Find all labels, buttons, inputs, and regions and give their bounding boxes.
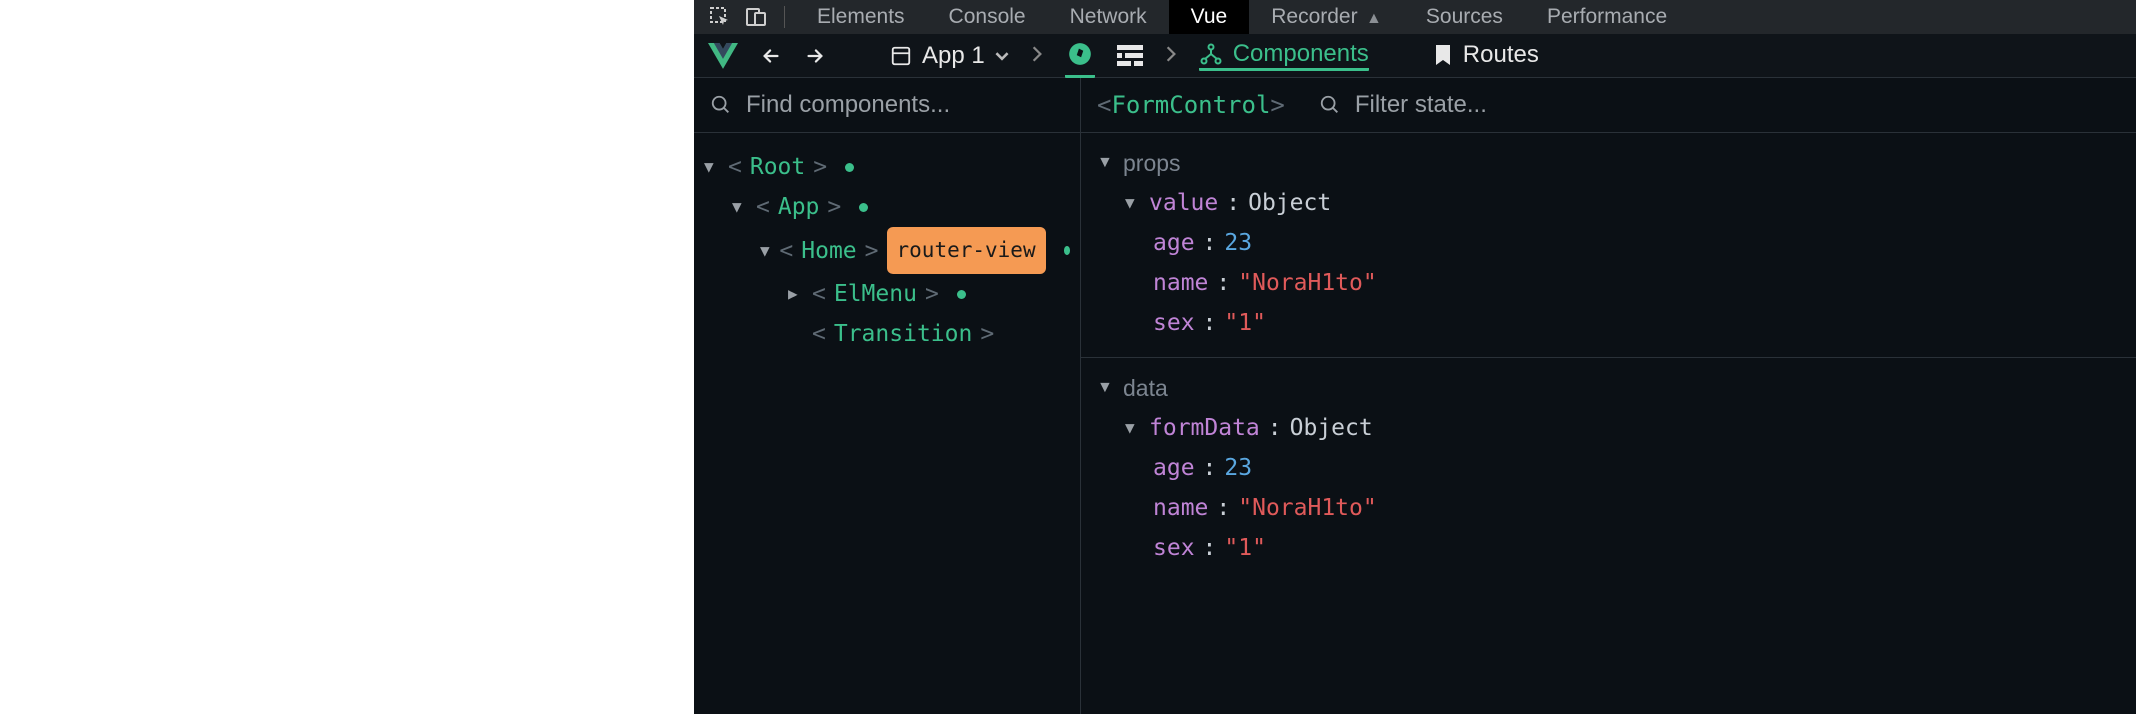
prop-key: value: [1149, 183, 1218, 223]
field-value: "1": [1224, 528, 1266, 568]
section-title: data: [1123, 368, 1168, 408]
field-value: "NoraH1to": [1238, 488, 1376, 528]
chevron-down-icon: [995, 49, 1009, 63]
router-view-badge: router-view: [887, 227, 1046, 274]
inspector-section-props: props value: Object age: 23 name: "NoraH…: [1081, 133, 2136, 358]
field-key: age: [1153, 448, 1195, 488]
tree-node-app[interactable]: <App>: [704, 187, 1070, 227]
field-value: "NoraH1to": [1238, 263, 1376, 303]
routes-tab[interactable]: Routes: [1433, 41, 1539, 71]
inspector-panel: <FormControl> props value: Object age:: [1081, 78, 2136, 714]
selected-component-crumb[interactable]: <FormControl>: [1097, 91, 1285, 119]
field-value: 23: [1224, 223, 1252, 263]
component-search-input[interactable]: [746, 91, 1064, 119]
tab-console[interactable]: Console: [927, 0, 1048, 34]
tree-node-label: Home: [801, 231, 856, 271]
caret-down-icon[interactable]: [704, 147, 720, 187]
prop-field-row[interactable]: age: 23: [1097, 223, 2120, 263]
section-title: props: [1123, 143, 1181, 183]
prop-value-row[interactable]: value: Object: [1097, 183, 2120, 223]
components-tab-label: Components: [1233, 40, 1369, 68]
search-icon: [1319, 94, 1341, 116]
tree-node-label: App: [778, 187, 820, 227]
vue-logo-icon: [708, 43, 738, 69]
data-formdata-row[interactable]: formData: Object: [1097, 408, 2120, 448]
routes-tab-label: Routes: [1463, 41, 1539, 69]
app-selector-label: App 1: [922, 42, 985, 70]
tree-node-label: ElMenu: [834, 274, 917, 314]
tree-node-transition[interactable]: <Transition>: [704, 314, 1070, 354]
prop-type: Object: [1290, 408, 1373, 448]
caret-down-icon[interactable]: [760, 231, 771, 271]
caret-down-icon[interactable]: [732, 187, 748, 227]
components-tab[interactable]: Components: [1199, 40, 1369, 71]
tab-elements[interactable]: Elements: [795, 0, 927, 34]
prop-field-row[interactable]: sex: "1": [1097, 303, 2120, 343]
inspector-header: <FormControl>: [1081, 78, 2136, 133]
inspector-section-data: data formData: Object age: 23 name: "Nor…: [1081, 358, 2136, 582]
field-key: sex: [1153, 528, 1195, 568]
field-key: sex: [1153, 303, 1195, 343]
tab-network[interactable]: Network: [1048, 0, 1169, 34]
component-search-bar: [694, 78, 1080, 133]
prop-key: formData: [1149, 408, 1260, 448]
fragment-dot-icon: [859, 203, 868, 212]
caret-right-icon[interactable]: [788, 274, 804, 314]
caret-down-icon[interactable]: [1125, 183, 1141, 223]
tab-recorder-label: Recorder: [1271, 5, 1357, 28]
component-tree-panel: <Root> <App> <Home> router-view <ElMenu>: [694, 78, 1081, 714]
timeline-button[interactable]: [1117, 45, 1143, 67]
tree-node-elmenu[interactable]: <ElMenu>: [704, 274, 1070, 314]
state-filter-input[interactable]: [1355, 91, 2120, 119]
vue-toolbar: App 1 Components Routes: [694, 34, 2136, 78]
breadcrumb-chevron-icon: [1165, 42, 1177, 70]
tab-recorder[interactable]: Recorder ▲: [1249, 0, 1404, 34]
caret-down-icon[interactable]: [1097, 143, 1113, 183]
selected-component-label: FormControl: [1111, 91, 1270, 119]
toggle-device-icon[interactable]: [738, 0, 774, 34]
prop-field-row[interactable]: name: "NoraH1to": [1097, 263, 2120, 303]
devtools-tabbar: Elements Console Network Vue Recorder ▲ …: [694, 0, 2136, 34]
field-key: name: [1153, 488, 1208, 528]
breadcrumb-chevron-icon: [1031, 42, 1043, 70]
app-selector[interactable]: App 1: [890, 42, 1009, 70]
tree-node-label: Transition: [834, 314, 972, 354]
inspector-compass-tab[interactable]: [1065, 33, 1095, 78]
devtools-panel: Elements Console Network Vue Recorder ▲ …: [694, 0, 2136, 714]
vue-main-row: <Root> <App> <Home> router-view <ElMenu>: [694, 78, 2136, 714]
data-field-row[interactable]: age: 23: [1097, 448, 2120, 488]
fragment-dot-icon: [845, 163, 854, 172]
tree-node-home[interactable]: <Home> router-view: [704, 227, 1070, 274]
nav-back-button[interactable]: [760, 45, 782, 67]
prop-type: Object: [1248, 183, 1331, 223]
section-header[interactable]: props: [1097, 143, 2120, 183]
bookmark-icon: [1433, 43, 1453, 67]
tab-sources[interactable]: Sources: [1404, 0, 1525, 34]
compass-icon: [1067, 41, 1093, 67]
field-value: 23: [1224, 448, 1252, 488]
data-field-row[interactable]: name: "NoraH1to": [1097, 488, 2120, 528]
tree-node-label: Root: [750, 147, 805, 187]
inspect-element-icon[interactable]: [702, 0, 738, 34]
recorder-indicator-icon: ▲: [1362, 10, 1382, 27]
tabbar-divider: [784, 6, 785, 28]
tab-vue[interactable]: Vue: [1169, 0, 1250, 34]
components-tree-icon: [1199, 42, 1223, 66]
data-field-row[interactable]: sex: "1": [1097, 528, 2120, 568]
fragment-dot-icon: [957, 290, 966, 299]
search-icon: [710, 94, 732, 116]
tree-node-root[interactable]: <Root>: [704, 147, 1070, 187]
field-value: "1": [1224, 303, 1266, 343]
field-key: name: [1153, 263, 1208, 303]
blank-area: [0, 0, 694, 714]
caret-down-icon[interactable]: [1097, 368, 1113, 408]
field-key: age: [1153, 223, 1195, 263]
component-tree: <Root> <App> <Home> router-view <ElMenu>: [694, 133, 1080, 368]
caret-down-icon[interactable]: [1125, 408, 1141, 448]
nav-forward-button[interactable]: [804, 45, 826, 67]
tab-performance[interactable]: Performance: [1525, 0, 1689, 34]
fragment-dot-icon: [1064, 246, 1070, 255]
section-header[interactable]: data: [1097, 368, 2120, 408]
